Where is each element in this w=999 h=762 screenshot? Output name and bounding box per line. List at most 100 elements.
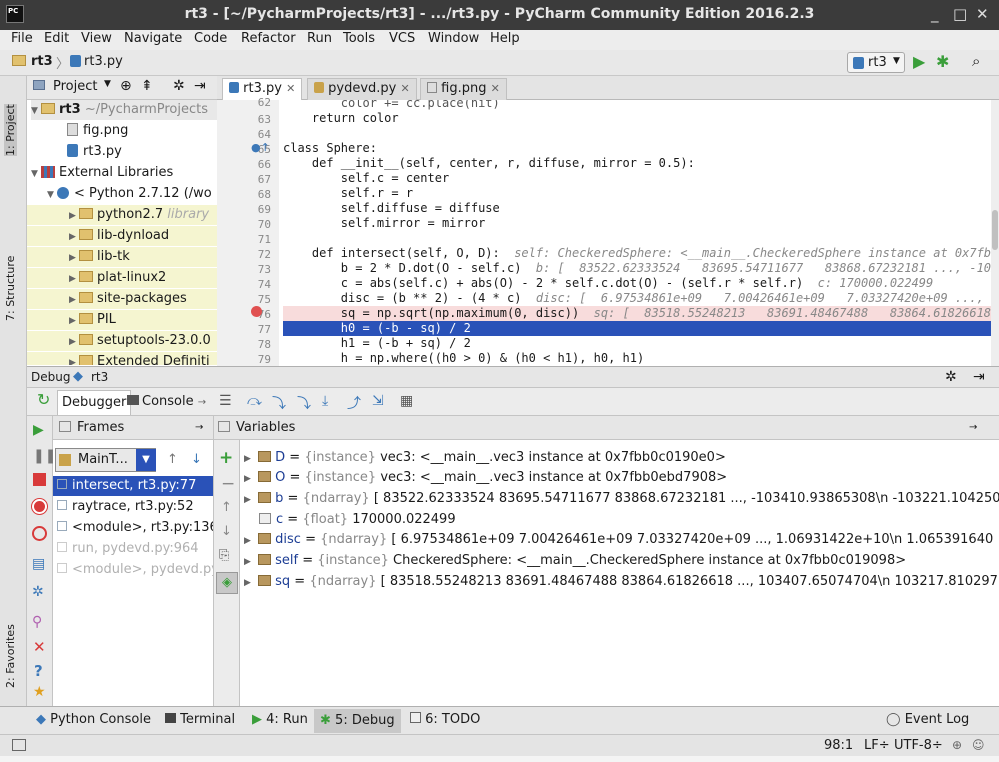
read-only-lock-icon[interactable]: ⊕ — [952, 738, 962, 752]
scrollbar-thumb[interactable] — [992, 210, 998, 250]
move-up-icon[interactable]: ↑ — [221, 500, 232, 515]
frame-row[interactable]: run, pydevd.py:964 — [53, 539, 213, 559]
help-icon[interactable]: ? — [34, 662, 43, 680]
settings-icon[interactable]: ✲ — [32, 584, 44, 600]
tab-debug[interactable]: ✱ 5: Debug — [314, 709, 401, 733]
menu-vcs[interactable]: VCS — [389, 31, 415, 46]
tab-debugger[interactable]: Debugger — [57, 390, 132, 415]
frame-row[interactable]: <module>, rt3.py:136 — [53, 518, 213, 538]
pin-arrow-icon[interactable]: → — [969, 416, 977, 440]
previous-frame-icon[interactable]: ↑ — [167, 452, 178, 467]
tree-item-sdk[interactable]: ▼ < Python 2.7.12 (/wo — [47, 184, 212, 204]
maximize-icon[interactable]: □ — [953, 5, 967, 23]
tree-item-library[interactable]: ▶ lib-tk — [27, 247, 217, 267]
breadcrumb-project[interactable]: rt3 — [31, 54, 53, 69]
move-down-icon[interactable]: ↓ — [221, 524, 232, 539]
favorites-star-icon[interactable]: ★ — [33, 684, 46, 700]
tab-project[interactable]: 1: Project — [4, 104, 17, 156]
chevron-down-icon[interactable]: ▼ — [104, 79, 111, 89]
tab-structure[interactable]: 7: Structure — [4, 256, 17, 321]
step-into-icon[interactable]: ⤵ — [272, 393, 286, 413]
view-breakpoints-icon[interactable] — [32, 499, 47, 514]
copy-icon[interactable]: ⎘ — [219, 548, 229, 563]
hide-panel-icon[interactable]: ⇥ — [194, 78, 206, 94]
menu-view[interactable]: View — [81, 31, 112, 46]
stop-icon[interactable] — [33, 473, 46, 486]
close-tab-icon[interactable]: ✕ — [286, 82, 295, 95]
tree-item-root[interactable]: ▼ rt3 ~/PycharmProjects — [31, 100, 217, 120]
tab-terminal[interactable]: Terminal — [165, 712, 235, 727]
variable-row[interactable]: ▶ D = {instance} vec3: <__main__.vec3 in… — [244, 448, 726, 468]
tree-item-external-libraries[interactable]: ▼ External Libraries — [31, 163, 173, 183]
tree-item-file[interactable]: fig.png — [67, 121, 128, 141]
pin-icon[interactable]: ⚲ — [32, 614, 42, 630]
add-watch-icon[interactable]: + — [219, 448, 233, 468]
next-frame-icon[interactable]: ↓ — [191, 452, 202, 467]
tree-item-library[interactable]: ▶ lib-dynload — [27, 226, 217, 246]
tree-item-library[interactable]: ▶ PIL — [27, 310, 217, 330]
tree-item-library[interactable]: ▶ plat-linux2 — [27, 268, 217, 288]
run-icon[interactable]: ▶ — [913, 52, 925, 71]
tree-item-library[interactable]: ▶ Extended Definiti — [27, 352, 217, 365]
frame-row[interactable]: <module>, pydevd.py — [53, 560, 213, 580]
mute-breakpoints-icon[interactable] — [32, 526, 47, 541]
breakpoint-icon[interactable] — [251, 306, 262, 317]
variable-row[interactable]: c = {float} 170000.022499 — [259, 510, 456, 530]
close-tab-icon[interactable]: ✕ — [401, 82, 410, 95]
code-editor[interactable]: color += cc.place(hit) return color clas… — [279, 100, 991, 366]
editor-gutter[interactable]: 62 63 64 65 66 67 68 69 70 71 72 73 74 7… — [217, 96, 279, 366]
implemented-marker-icon[interactable]: ●↑ — [251, 141, 270, 154]
caret-position[interactable]: 98:1 — [824, 738, 853, 753]
resume-icon[interactable]: ▶ — [33, 422, 44, 438]
toggle-tool-windows-icon[interactable] — [12, 739, 26, 751]
breadcrumb-file[interactable]: rt3.py — [84, 54, 123, 69]
line-separator[interactable]: LF÷ — [864, 738, 890, 753]
tab-favorites[interactable]: 2: Favorites — [4, 624, 17, 688]
force-step-into-icon[interactable]: ⤓ — [322, 393, 328, 409]
scroll-from-source-icon[interactable]: ⊕ — [120, 78, 132, 94]
run-to-cursor-icon[interactable]: ⇲ — [372, 393, 384, 409]
project-view-selector[interactable]: Project — [53, 79, 97, 94]
run-config-dropdown[interactable]: rt3 ▼ — [847, 52, 905, 73]
variable-row[interactable]: ▶ sq = {ndarray} [ 83518.55248213 83691.… — [244, 572, 998, 592]
tab-event-log[interactable]: ◯ Event Log — [886, 712, 969, 727]
variable-row[interactable]: ▶ b = {ndarray} [ 83522.62333524 83695.5… — [244, 489, 999, 509]
menu-code[interactable]: Code — [194, 31, 227, 46]
close-icon[interactable]: ✕ — [33, 638, 46, 656]
variable-row[interactable]: ▶ O = {instance} vec3: <__main__.vec3 in… — [244, 468, 727, 488]
thread-selector[interactable]: MainT... ▼ — [55, 448, 156, 472]
menu-run[interactable]: Run — [307, 31, 332, 46]
tab-python-console[interactable]: ◆ Python Console — [36, 712, 151, 727]
tab-run[interactable]: ▶ 4: Run — [252, 712, 308, 727]
rerun-icon[interactable]: ↻ — [37, 390, 50, 409]
menu-refactor[interactable]: Refactor — [241, 31, 296, 46]
close-tab-icon[interactable]: ✕ — [491, 82, 500, 95]
debug-bug-icon[interactable]: ✱ — [936, 52, 949, 71]
variable-row[interactable]: ▶ self = {instance} CheckeredSphere: <__… — [244, 551, 906, 571]
gear-icon[interactable]: ✲ — [173, 78, 185, 94]
file-encoding[interactable]: UTF-8÷ — [894, 738, 943, 753]
tree-item-library[interactable]: ▶ site-packages — [27, 289, 217, 309]
variable-row[interactable]: ▶ disc = {ndarray} [ 6.97534861e+09 7.00… — [244, 530, 993, 550]
pin-arrow-icon[interactable]: → — [195, 416, 203, 440]
menu-tools[interactable]: Tools — [343, 31, 375, 46]
minimize-icon[interactable]: _ — [931, 5, 939, 23]
tab-pydevd-py[interactable]: pydevd.py ✕ — [307, 78, 417, 100]
menu-window[interactable]: Window — [428, 31, 479, 46]
remove-watch-icon[interactable]: − — [221, 474, 235, 494]
tree-item-file[interactable]: rt3.py — [67, 142, 122, 162]
menu-file[interactable]: File — [11, 31, 33, 46]
tab-console[interactable]: Console → — [123, 390, 210, 415]
restore-layout-icon[interactable]: ▤ — [32, 556, 45, 572]
inspector-icon[interactable]: ☺ — [972, 738, 985, 752]
frame-row[interactable]: intersect, rt3.py:77 — [53, 476, 213, 496]
show-watches-icon[interactable]: ◈ — [216, 572, 238, 594]
editor-scrollbar[interactable] — [991, 100, 999, 366]
step-over-icon[interactable]: ⤼ — [247, 393, 262, 409]
gear-icon[interactable]: ✲ — [945, 369, 957, 385]
menu-help[interactable]: Help — [490, 31, 520, 46]
tab-fig-png[interactable]: fig.png ✕ — [420, 78, 507, 100]
menu-navigate[interactable]: Navigate — [124, 31, 182, 46]
hide-panel-icon[interactable]: ⇥ — [973, 369, 985, 385]
evaluate-expression-icon[interactable]: ▦ — [400, 393, 413, 409]
